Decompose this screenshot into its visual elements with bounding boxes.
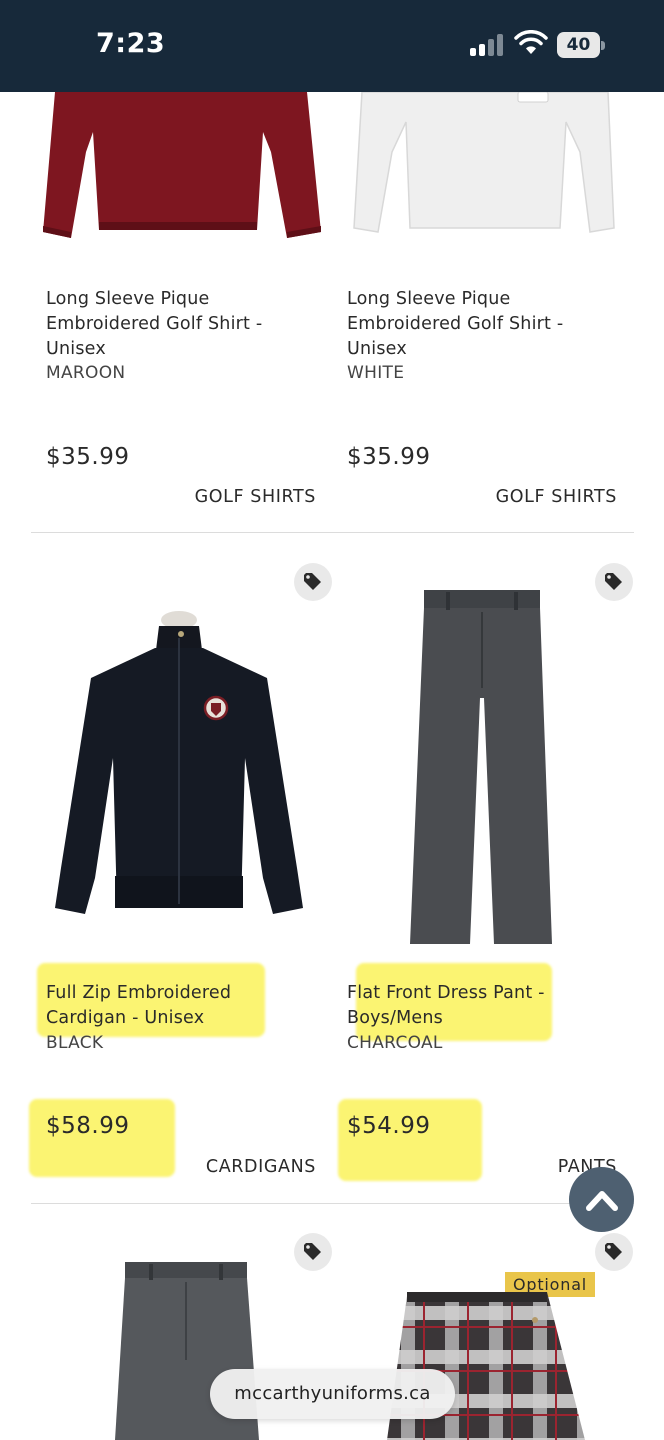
- product-image-maroon-shirt[interactable]: [31, 92, 332, 242]
- tag-icon: [304, 1243, 321, 1260]
- browser-url-bar[interactable]: mccarthyuniforms.ca: [210, 1369, 455, 1419]
- tag-icon: [605, 1243, 622, 1260]
- product-image-white-shirt[interactable]: [332, 92, 633, 242]
- tag-button[interactable]: [595, 563, 633, 601]
- product-card[interactable]: Long Sleeve Pique Embroidered Golf Shirt…: [332, 92, 633, 532]
- status-bar: 7:23 40: [0, 0, 664, 92]
- status-time: 7:23: [96, 28, 166, 59]
- product-image-black-cardigan[interactable]: [51, 608, 311, 928]
- product-category[interactable]: GOLF SHIRTS: [195, 487, 316, 507]
- battery-icon: 40: [557, 32, 605, 58]
- product-price: $35.99: [347, 444, 431, 470]
- highlight-price: [338, 1099, 482, 1181]
- tag-icon: [605, 573, 622, 590]
- product-title[interactable]: Long Sleeve Pique Embroidered Golf Shirt…: [347, 287, 597, 362]
- signal-icon: [470, 34, 506, 56]
- product-category[interactable]: CARDIGANS: [206, 1157, 316, 1177]
- product-price: $58.99: [46, 1113, 130, 1139]
- product-title[interactable]: Flat Front Dress Pant - Boys/Mens: [347, 981, 597, 1031]
- tag-button[interactable]: [294, 563, 332, 601]
- chevron-up-icon: [585, 1190, 618, 1211]
- product-card[interactable]: Flat Front Dress Pant - Boys/Mens CHARCO…: [332, 533, 633, 1203]
- product-title[interactable]: Full Zip Embroidered Cardigan - Unisex: [46, 981, 296, 1031]
- product-title[interactable]: Long Sleeve Pique Embroidered Golf Shirt…: [46, 287, 296, 362]
- product-image-charcoal-pants[interactable]: [402, 588, 562, 948]
- product-price: $35.99: [46, 444, 130, 470]
- battery-level: 40: [557, 32, 600, 58]
- tag-button[interactable]: [595, 1233, 633, 1271]
- tag-icon: [304, 573, 321, 590]
- product-color: MAROON: [46, 363, 126, 383]
- product-color: BLACK: [46, 1033, 104, 1053]
- scroll-to-top-button[interactable]: [569, 1167, 634, 1232]
- tag-button[interactable]: [294, 1233, 332, 1271]
- product-color: CHARCOAL: [347, 1033, 443, 1053]
- product-card[interactable]: Full Zip Embroidered Cardigan - Unisex B…: [29, 533, 332, 1203]
- product-card[interactable]: Long Sleeve Pique Embroidered Golf Shirt…: [31, 92, 332, 532]
- product-color: WHITE: [347, 363, 405, 383]
- wifi-icon: [514, 30, 548, 54]
- product-price: $54.99: [347, 1113, 431, 1139]
- product-category[interactable]: GOLF SHIRTS: [496, 487, 617, 507]
